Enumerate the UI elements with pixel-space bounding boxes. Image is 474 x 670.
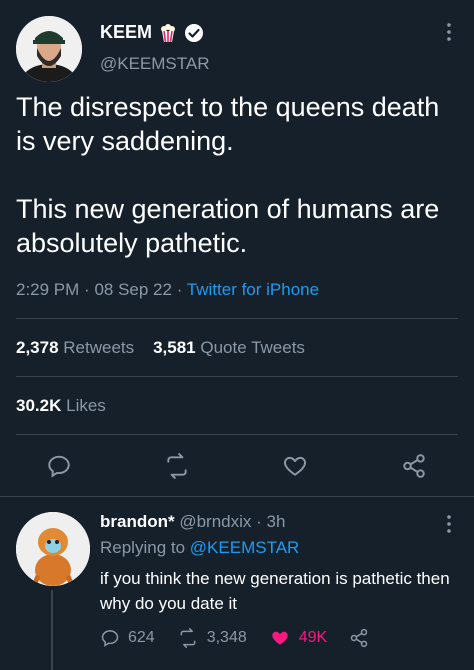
reply-icon[interactable]: [46, 453, 72, 479]
tweet-date[interactable]: 08 Sep 22: [94, 280, 172, 299]
share-icon[interactable]: [349, 628, 369, 648]
reply-header: brandon* @brndxix · 3h: [100, 512, 285, 532]
tweet-source[interactable]: Twitter for iPhone: [187, 280, 319, 299]
reply-like-count: 49K: [298, 629, 328, 646]
meta-separator: ·: [84, 280, 90, 299]
popcorn-icon: [158, 23, 178, 43]
reply-retweet-count: 3,348: [206, 629, 247, 646]
author-name[interactable]: KEEM: [100, 22, 152, 43]
author-handle[interactable]: @KEEMSTAR: [100, 54, 210, 74]
reply-reply-action[interactable]: 624: [100, 628, 155, 648]
more-icon[interactable]: [446, 22, 452, 42]
tweet-time[interactable]: 2:29 PM: [16, 280, 79, 299]
reply-action-bar: 624 3,348 49K: [100, 628, 391, 648]
likes-label: Likes: [66, 396, 106, 415]
quotes-label: Quote Tweets: [200, 338, 305, 357]
retweets-stat[interactable]: 2,378 Retweets: [16, 338, 139, 357]
divider: [16, 318, 458, 319]
reply-icon[interactable]: [100, 628, 120, 648]
divider: [16, 434, 458, 435]
tweet-action-bar: [16, 448, 458, 484]
likes-count: 30.2K: [16, 396, 62, 415]
quotes-stat[interactable]: 3,581 Quote Tweets: [153, 338, 305, 357]
divider: [0, 496, 474, 497]
thread-line: [51, 590, 53, 670]
divider: [16, 376, 458, 377]
tweet-paragraph-1: The disrespect to the queens death is ve…: [16, 92, 440, 156]
replying-to: Replying to @KEEMSTAR: [100, 538, 299, 558]
tweet-meta: 2:29 PM · 08 Sep 22 · Twitter for iPhone: [16, 280, 319, 300]
reply-author-name[interactable]: brandon*: [100, 512, 175, 531]
retweet-quote-stats: 2,378 Retweets 3,581 Quote Tweets: [16, 338, 305, 358]
tweet-paragraph-2: This new generation of humans are absolu…: [16, 194, 440, 258]
reply-reply-count: 624: [128, 629, 155, 646]
reply-author-handle[interactable]: @brndxix: [179, 512, 251, 531]
reply-share-action[interactable]: [349, 628, 369, 648]
share-icon[interactable]: [400, 453, 428, 479]
reply-retweet-action[interactable]: 3,348: [177, 628, 247, 648]
reply-text: if you think the new generation is pathe…: [100, 569, 450, 613]
heart-icon[interactable]: [281, 453, 309, 479]
reply-time[interactable]: · 3h: [256, 512, 285, 531]
author-name-row[interactable]: KEEM: [100, 22, 204, 43]
retweet-icon[interactable]: [177, 628, 199, 648]
verified-badge-icon: [184, 23, 204, 43]
tweet-text: The disrespect to the queens death is ve…: [16, 90, 456, 294]
likes-stat[interactable]: 30.2K Likes: [16, 396, 106, 416]
reply-author-avatar[interactable]: [16, 512, 90, 586]
replying-to-handle[interactable]: @KEEMSTAR: [190, 538, 300, 557]
more-icon[interactable]: [446, 514, 452, 534]
heart-icon[interactable]: [269, 628, 291, 648]
quotes-count: 3,581: [153, 338, 196, 357]
retweet-icon[interactable]: [163, 453, 191, 479]
retweets-label: Retweets: [63, 338, 135, 357]
reply-like-action[interactable]: 49K: [269, 628, 327, 648]
meta-separator: ·: [176, 280, 183, 299]
replying-prefix: Replying to: [100, 538, 186, 557]
author-avatar[interactable]: [16, 16, 82, 82]
retweets-count: 2,378: [16, 338, 59, 357]
